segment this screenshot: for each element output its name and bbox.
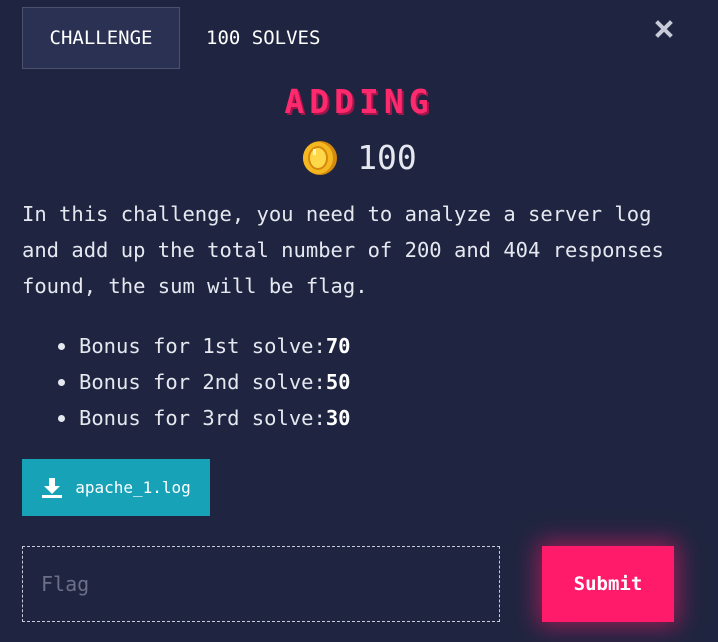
- download-file-button[interactable]: apache_1.log: [22, 459, 210, 516]
- points-value: 100: [357, 138, 417, 177]
- challenge-description: In this challenge, you need to analyze a…: [22, 202, 664, 298]
- bonus-value: 50: [325, 370, 351, 394]
- tab-solves-label: 100 SOLVES: [206, 27, 321, 49]
- bonus-label: Bonus for 2nd solve:: [79, 370, 326, 394]
- bonus-list: Bonus for 1st solve: 70 Bonus for 2nd so…: [58, 328, 351, 436]
- bonus-item: Bonus for 3rd solve: 30: [58, 400, 351, 436]
- bonus-value: 70: [325, 334, 351, 358]
- download-filename: apache_1.log: [75, 478, 191, 497]
- submit-button[interactable]: Submit: [542, 546, 674, 622]
- tab-challenge-label: CHALLENGE: [49, 27, 153, 49]
- download-icon: [42, 477, 63, 498]
- coin-icon: [303, 140, 338, 175]
- close-button[interactable]: [652, 17, 676, 41]
- challenge-title: ADDING: [284, 82, 434, 121]
- bonus-label: Bonus for 3rd solve:: [79, 406, 326, 430]
- tab-solves[interactable]: 100 SOLVES: [206, 7, 320, 69]
- close-icon: [655, 20, 673, 38]
- bullet-icon: [58, 378, 65, 386]
- bonus-value: 30: [325, 406, 351, 430]
- bonus-item: Bonus for 2nd solve: 50: [58, 364, 351, 400]
- bonus-item: Bonus for 1st solve: 70: [58, 328, 351, 364]
- flag-input[interactable]: [22, 546, 500, 622]
- bonus-label: Bonus for 1st solve:: [79, 334, 326, 358]
- bullet-icon: [58, 342, 65, 350]
- tab-challenge[interactable]: CHALLENGE: [22, 7, 180, 69]
- bullet-icon: [58, 414, 65, 422]
- challenge-points: 100: [0, 138, 718, 177]
